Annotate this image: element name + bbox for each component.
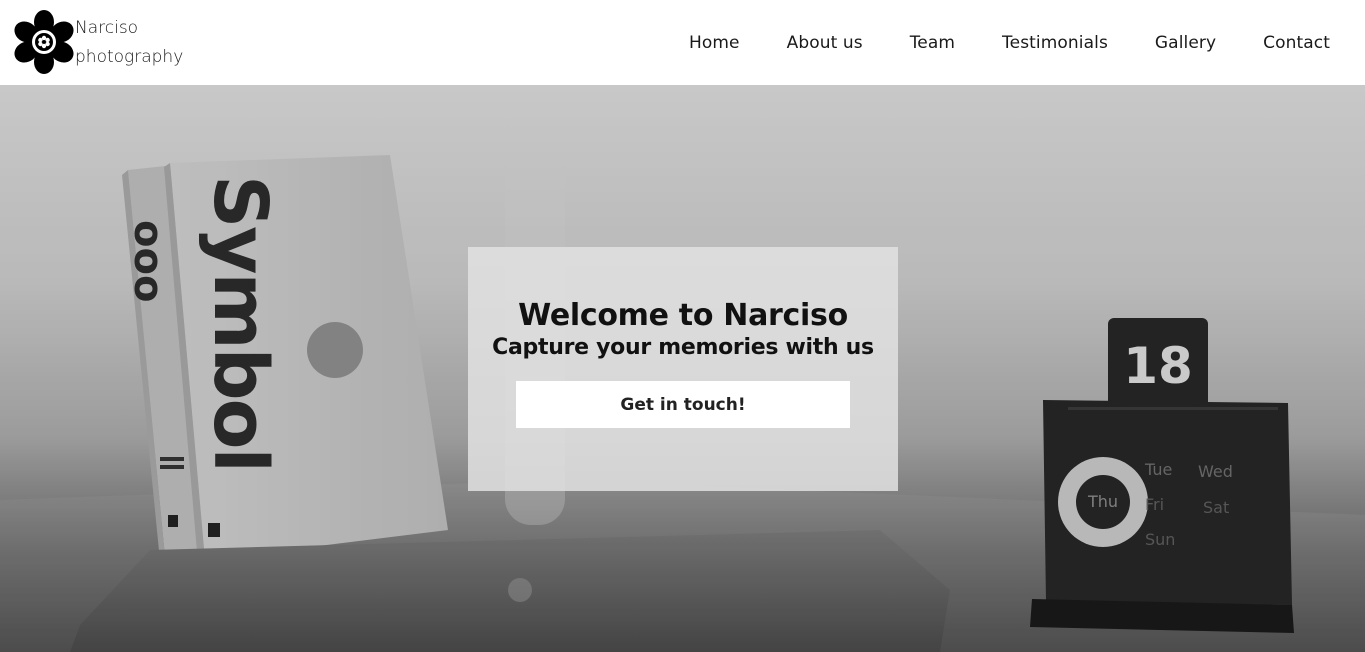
brand-name-line1: Narciso	[75, 17, 139, 38]
brand-name: Narciso photography	[75, 14, 183, 72]
nav-testimonials[interactable]: Testimonials	[1002, 33, 1108, 53]
hero-title: Welcome to Narciso	[518, 298, 848, 333]
hero-section: Symbol ooo 18 Thu Tue Wed Fri Sat Sun We…	[0, 85, 1365, 652]
nav-about-us[interactable]: About us	[787, 33, 863, 53]
brand-name-line2: photography	[75, 46, 184, 67]
flower-logo-icon	[14, 9, 74, 74]
hero-subtitle: Capture your memories with us	[492, 335, 874, 360]
main-nav: Home About us Team Testimonials Gallery …	[689, 0, 1330, 85]
brand[interactable]: Narciso photography	[14, 0, 183, 85]
welcome-card: Welcome to Narciso Capture your memories…	[468, 247, 898, 491]
nav-team[interactable]: Team	[910, 33, 955, 53]
nav-home[interactable]: Home	[689, 33, 740, 53]
nav-contact[interactable]: Contact	[1263, 33, 1330, 53]
site-header: Narciso photography Home About us Team T…	[0, 0, 1365, 85]
nav-gallery[interactable]: Gallery	[1155, 33, 1216, 53]
get-in-touch-button[interactable]: Get in touch!	[516, 381, 850, 428]
